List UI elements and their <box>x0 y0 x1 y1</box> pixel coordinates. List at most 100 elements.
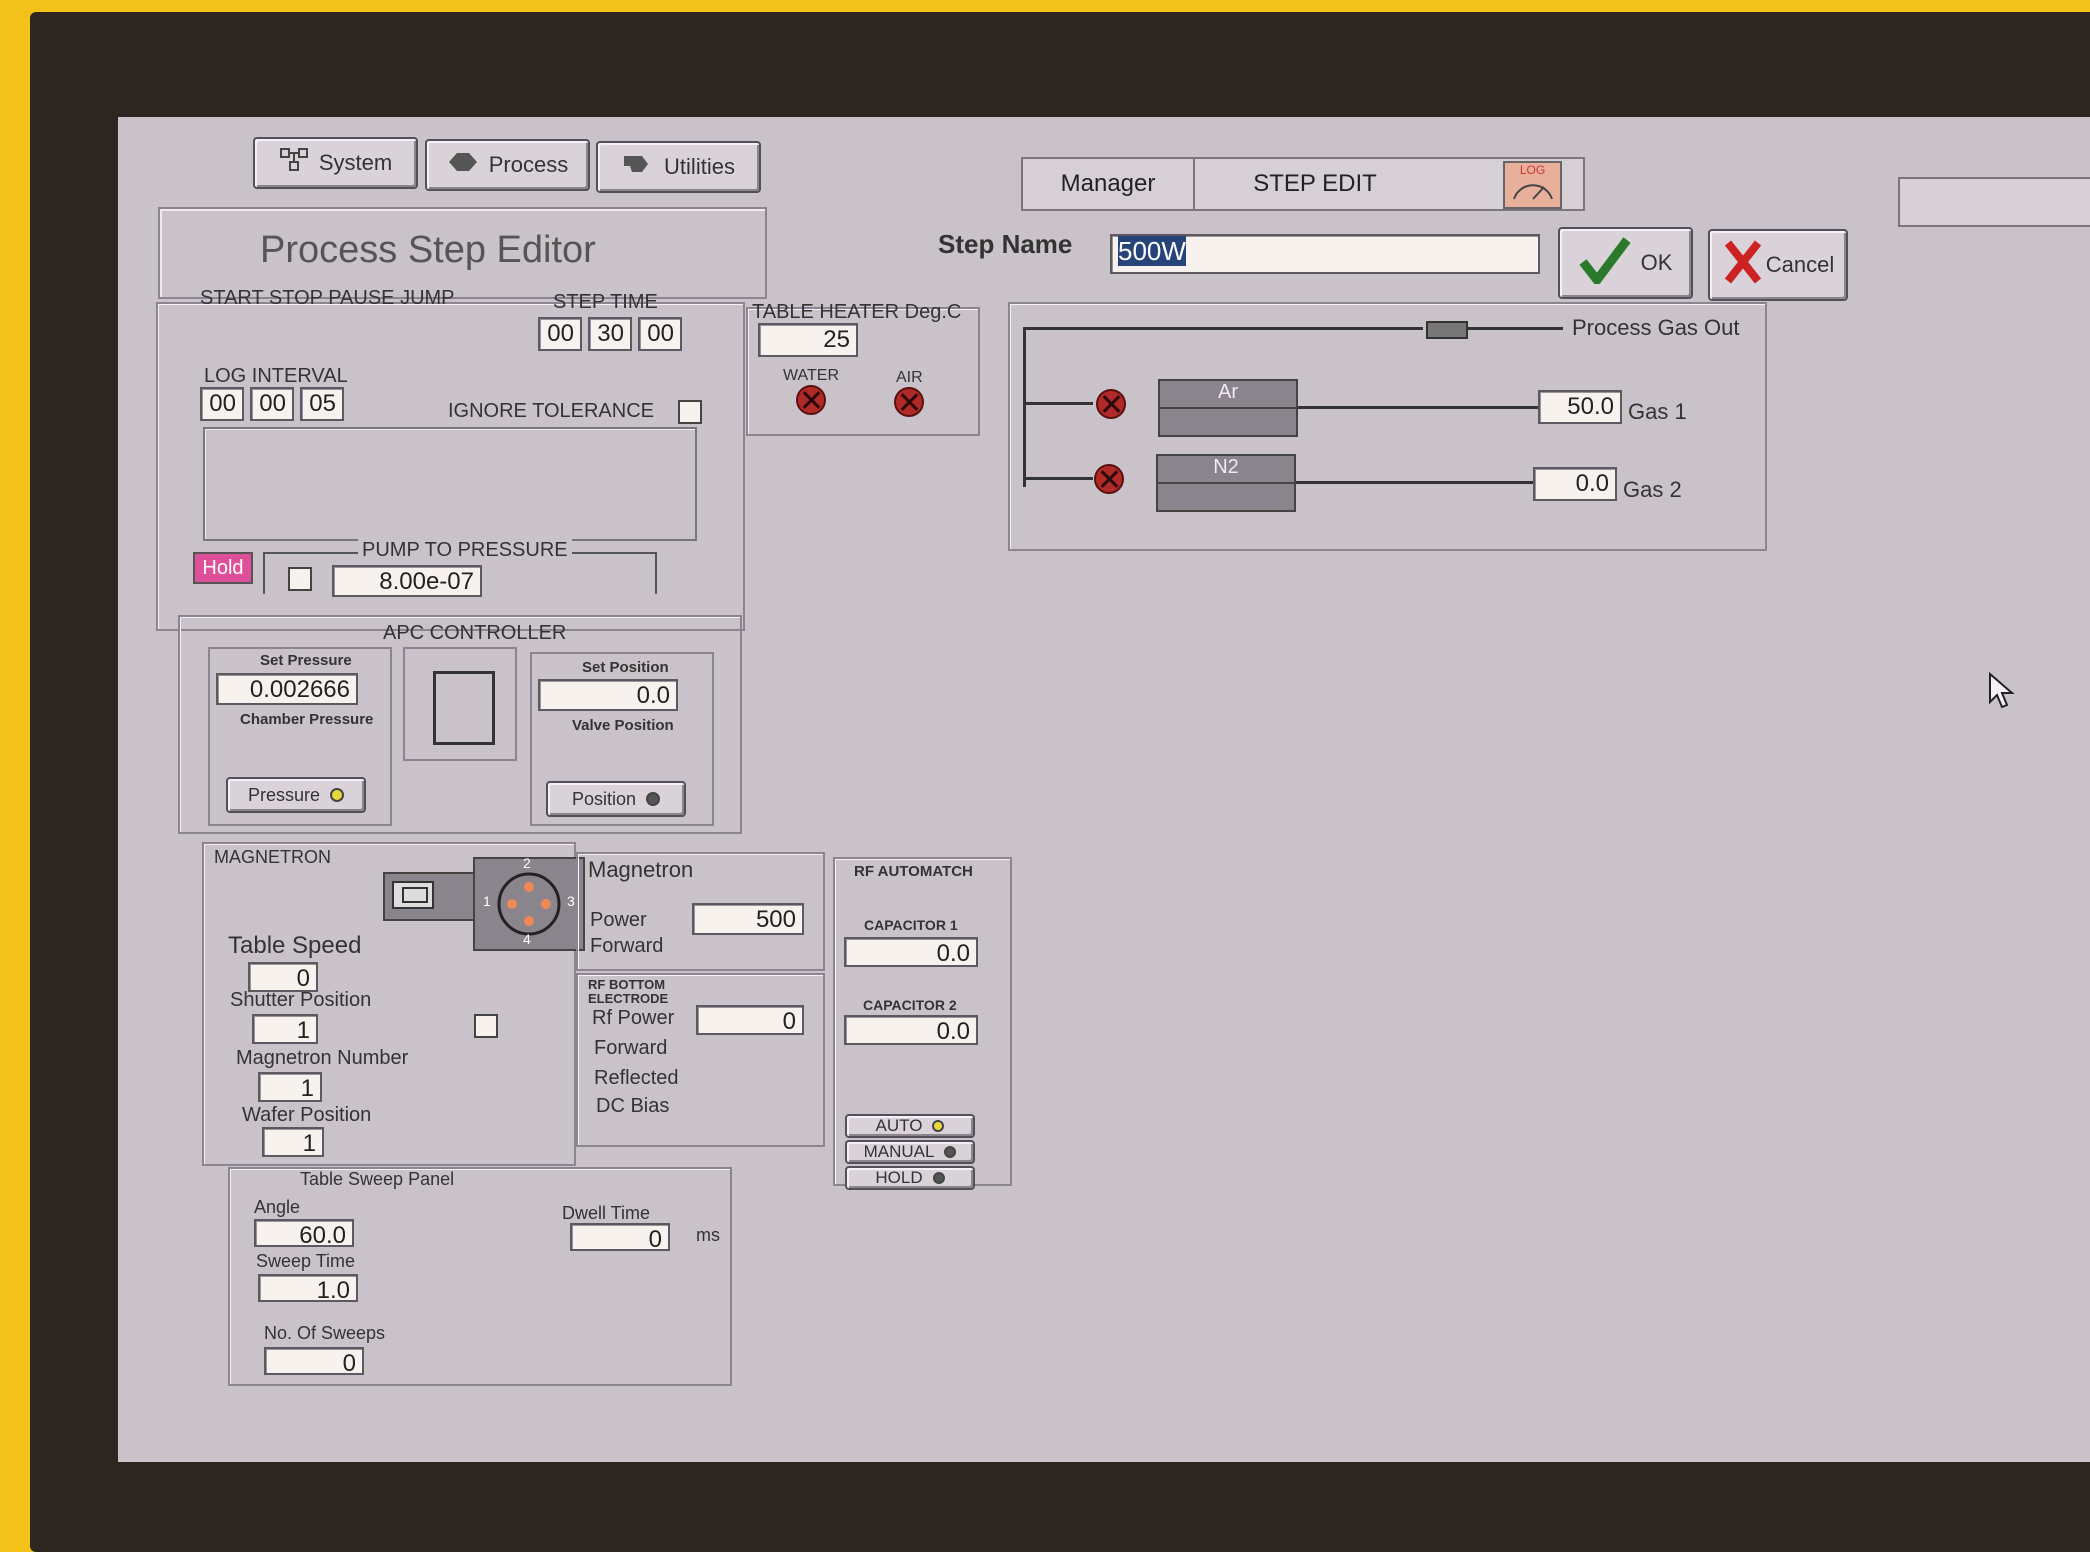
magnetron-power-input[interactable]: 500 <box>692 903 804 935</box>
log-interval-label: LOG INTERVAL <box>204 365 348 387</box>
mode-indicator: STEP EDIT <box>1253 170 1377 197</box>
gas2-label: Gas 2 <box>1623 477 1682 502</box>
rf-power-label: Rf Power <box>592 1007 675 1029</box>
shutter-checkbox[interactable] <box>474 1014 498 1038</box>
sweep-time-input[interactable]: 1.0 <box>258 1274 358 1304</box>
system-icon <box>279 147 309 179</box>
number-of-sweeps-input[interactable]: 0 <box>264 1347 364 1377</box>
ar-valve-indicator[interactable] <box>1096 389 1126 419</box>
set-position-input[interactable]: 0.0 <box>538 679 678 711</box>
rf-bottom-title-2: ELECTRODE <box>588 991 669 1006</box>
log-interval-seconds[interactable]: 05 <box>300 387 344 421</box>
step-time-hours[interactable]: 00 <box>538 317 582 351</box>
gas-line <box>1298 406 1538 409</box>
gas-line <box>1023 477 1093 480</box>
wafer-position-input[interactable]: 1 <box>262 1127 324 1157</box>
hold-button[interactable]: Hold <box>193 552 253 584</box>
wafer-position-label: Wafer Position <box>242 1104 372 1126</box>
dwell-unit-label: ms <box>696 1225 720 1245</box>
process-tab-label: Process <box>488 152 569 177</box>
air-valve-indicator[interactable] <box>894 387 924 417</box>
pressure-mode-button[interactable]: Pressure <box>226 777 366 813</box>
n2-mfc[interactable]: N2 <box>1156 454 1296 512</box>
system-tab-label: System <box>318 150 393 175</box>
n2-valve-indicator[interactable] <box>1094 464 1124 494</box>
gauge-icon <box>1512 184 1553 200</box>
page-title: Process Step Editor <box>260 229 596 271</box>
pressure-button-label: Pressure <box>247 784 321 805</box>
ignore-tolerance-checkbox[interactable] <box>678 400 702 424</box>
log-interval-hours[interactable]: 00 <box>200 387 244 421</box>
shutter-position-label: Shutter Position <box>230 989 372 1011</box>
gas2-flow-input[interactable]: 0.0 <box>1533 467 1617 501</box>
cancel-button[interactable]: Cancel <box>1708 229 1848 301</box>
automatch-auto-button[interactable]: AUTO <box>845 1114 975 1138</box>
rf-power-input[interactable]: 0 <box>696 1005 804 1035</box>
manual-led <box>944 1146 957 1158</box>
status-panel-right <box>1898 177 2090 227</box>
table-speed-input[interactable]: 0 <box>248 962 318 992</box>
log-interval-minutes[interactable]: 00 <box>250 387 294 421</box>
water-label: WATER <box>783 367 839 384</box>
gas-manifold <box>1023 327 1026 487</box>
ar-mfc[interactable]: Ar <box>1158 379 1298 437</box>
application-screen: System Process Utilities Manager STEP ED… <box>118 117 2090 1462</box>
mouse-cursor-icon <box>1988 671 2018 717</box>
sweep-time-label: Sweep Time <box>256 1251 356 1271</box>
water-valve-indicator[interactable] <box>796 385 826 415</box>
dwell-time-input[interactable]: 0 <box>570 1223 670 1253</box>
table-heater-label: TABLE HEATER Deg.C <box>752 301 962 323</box>
angle-input[interactable]: 60.0 <box>254 1219 354 1249</box>
log-button[interactable]: LOG <box>1503 161 1562 209</box>
ignore-tolerance-label: IGNORE TOLERANCE <box>448 400 654 422</box>
gas-line <box>1023 402 1093 405</box>
auto-button-label: AUTO <box>875 1116 923 1135</box>
status-bar: Manager STEP EDIT LOG <box>1021 157 1585 211</box>
pressure-mode-led <box>330 788 345 802</box>
pump-to-pressure-checkbox[interactable] <box>288 567 312 591</box>
automatch-manual-button[interactable]: MANUAL <box>845 1140 975 1164</box>
chamber-pressure-label: Chamber Pressure <box>240 711 374 728</box>
pump-pressure-input[interactable]: 8.00e-07 <box>332 565 482 597</box>
magnetron-number-label: Magnetron Number <box>236 1047 409 1069</box>
auto-led <box>932 1120 945 1132</box>
ar-gas-name: Ar <box>1160 381 1296 409</box>
check-icon <box>1579 236 1631 290</box>
capacitor2-input[interactable]: 0.0 <box>844 1015 978 1045</box>
n2-gas-name: N2 <box>1158 456 1294 484</box>
title-panel: Process Step Editor <box>158 207 767 299</box>
table-heater-input[interactable]: 25 <box>758 323 858 357</box>
gas1-flow-input[interactable]: 50.0 <box>1538 390 1622 424</box>
valve-indicator-frame <box>403 647 517 761</box>
step-notes-area[interactable] <box>203 427 697 541</box>
step-time-seconds[interactable]: 00 <box>638 317 682 351</box>
system-tab[interactable]: System <box>253 137 418 189</box>
magnetron-number-input[interactable]: 1 <box>258 1072 322 1102</box>
capacitor1-label: CAPACITOR 1 <box>864 917 958 933</box>
set-pressure-input[interactable]: 0.002666 <box>216 673 358 705</box>
automatch-hold-button[interactable]: HOLD <box>845 1166 975 1190</box>
hold-button-label: HOLD <box>875 1168 923 1187</box>
utilities-tab[interactable]: Utilities <box>596 141 761 193</box>
gas-line <box>1296 481 1534 484</box>
rf-bottom-title-1: RF BOTTOM <box>588 977 666 992</box>
position-2-label: 2 <box>523 855 531 871</box>
utilities-icon <box>622 152 654 182</box>
step-time-minutes[interactable]: 30 <box>588 317 632 351</box>
cancel-button-label: Cancel <box>1765 252 1835 277</box>
position-mode-button[interactable]: Position <box>546 781 686 817</box>
process-tab[interactable]: Process <box>425 139 590 191</box>
user-name: Manager <box>1023 159 1195 209</box>
shutter-position-input[interactable]: 1 <box>252 1014 318 1044</box>
load-arm-icon <box>383 872 477 921</box>
rf-reflected-label: Reflected <box>594 1067 679 1089</box>
valve-indicator <box>433 671 495 745</box>
rf-forward-label: Forward <box>594 1037 668 1059</box>
outlet-valve <box>1426 321 1468 339</box>
ok-button[interactable]: OK <box>1558 227 1693 299</box>
capacitor1-input[interactable]: 0.0 <box>844 937 978 967</box>
step-name-input[interactable]: 500W <box>1110 234 1540 274</box>
capacitor2-label: CAPACITOR 2 <box>863 997 957 1013</box>
apc-title: APC CONTROLLER <box>383 622 567 644</box>
step-name-value: 500W <box>1118 236 1186 266</box>
